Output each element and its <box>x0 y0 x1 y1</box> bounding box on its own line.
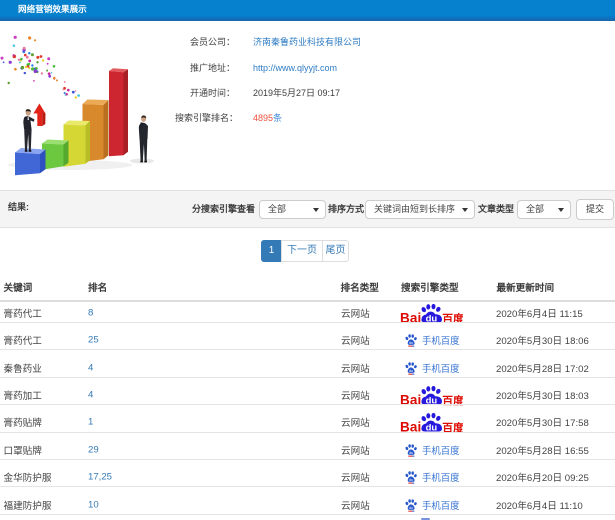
svg-text:du: du <box>409 505 413 509</box>
svg-text:du: du <box>409 341 413 345</box>
svg-text:du: du <box>409 451 413 455</box>
svg-text:du: du <box>409 368 413 372</box>
svg-text:百度: 百度 <box>442 311 463 323</box>
svg-text:du: du <box>409 478 413 482</box>
svg-text:Bai: Bai <box>400 420 421 433</box>
svg-text:Bai: Bai <box>400 310 421 323</box>
svg-text:Bai: Bai <box>400 392 421 405</box>
svg-text:百度: 百度 <box>442 421 463 433</box>
svg-text:百度: 百度 <box>442 393 463 405</box>
